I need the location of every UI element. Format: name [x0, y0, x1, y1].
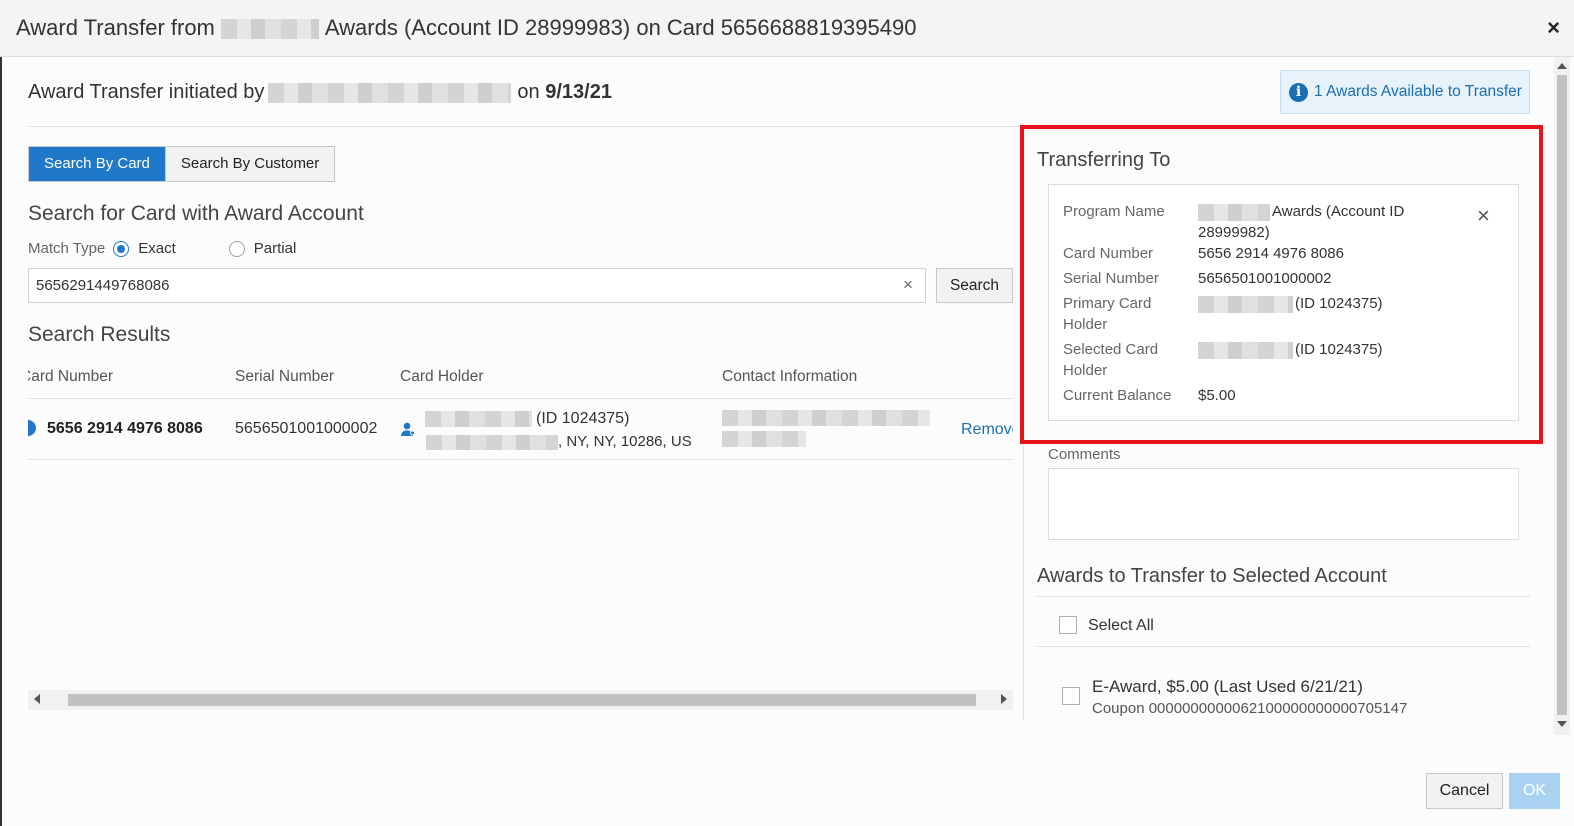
card-search-input[interactable]	[28, 268, 926, 303]
col-card-number[interactable]: Card Number	[28, 368, 113, 386]
match-exact-option[interactable]: Exact	[113, 240, 176, 257]
dialog-body: Award Transfer initiated by on 9/13/21 i …	[0, 57, 1574, 826]
row-card-number: 5656 2914 4976 8086	[47, 420, 203, 437]
clear-search-icon[interactable]: ×	[903, 275, 913, 295]
col-card-holder[interactable]: Card Holder	[400, 368, 484, 386]
tab-search-by-customer[interactable]: Search By Customer	[164, 147, 335, 181]
dialog-title: Award Transfer from Awards (Account ID 28…	[16, 15, 916, 41]
radio-partial[interactable]	[228, 240, 245, 257]
redacted-user-name	[268, 82, 512, 103]
row-serial-number: 5656501001000002	[235, 420, 378, 437]
initiated-by-line: Award Transfer initiated by on 9/13/21	[28, 81, 612, 104]
award-item-coupon: Coupon 0000000000062100000000000705147	[1092, 700, 1408, 717]
match-partial-option[interactable]: Partial	[228, 240, 297, 257]
user-icon	[401, 422, 415, 436]
row-holder-name: (ID 1024375)	[425, 410, 629, 428]
scrollbar-thumb[interactable]	[68, 694, 976, 706]
table-header-divider	[28, 398, 1013, 399]
redacted-contact-line1	[722, 410, 930, 426]
scroll-right-icon[interactable]	[1001, 694, 1007, 704]
scroll-down-icon[interactable]	[1557, 721, 1567, 727]
awards-available-badge: i 1 Awards Available to Transfer	[1280, 70, 1530, 114]
scroll-left-icon[interactable]	[34, 694, 40, 704]
scrollbar-thumb[interactable]	[1557, 75, 1567, 715]
info-icon: i	[1289, 82, 1308, 102]
cancel-button[interactable]: Cancel	[1426, 773, 1503, 809]
row-holder-id: (ID 1024375)	[536, 410, 630, 427]
search-button[interactable]: Search	[936, 268, 1013, 303]
initiated-date: 9/13/21	[545, 81, 612, 103]
dialog-titlebar: Award Transfer from Awards (Account ID 28…	[0, 0, 1574, 57]
select-all-label[interactable]: Select All	[1088, 617, 1154, 635]
match-type-group: Match Type Exact Partial	[28, 240, 296, 257]
vertical-scrollbar[interactable]	[1554, 57, 1570, 735]
divider	[1037, 596, 1530, 597]
row-selected-radio[interactable]	[28, 420, 36, 436]
award-item-checkbox[interactable]	[1062, 687, 1080, 705]
award-item-title: E-Award, $5.00 (Last Used 6/21/21)	[1092, 677, 1363, 696]
scroll-up-icon[interactable]	[1557, 63, 1567, 69]
search-heading: Search for Card with Award Account	[28, 202, 364, 225]
radio-exact-label: Exact	[138, 240, 176, 257]
remove-link[interactable]: Remove	[961, 421, 1013, 439]
radio-partial-label: Partial	[253, 240, 297, 257]
select-all-checkbox[interactable]	[1059, 616, 1077, 634]
redacted-holder-name	[425, 410, 532, 427]
ok-button[interactable]: OK	[1509, 773, 1560, 809]
initiated-on: on	[517, 81, 540, 103]
close-dialog-button[interactable]: ×	[1547, 15, 1560, 41]
awards-heading: Awards to Transfer to Selected Account	[1037, 565, 1387, 587]
redacted-address	[426, 434, 558, 450]
horizontal-scrollbar[interactable]	[28, 690, 1013, 710]
title-suffix: Awards (Account ID 28999983) on Card 565…	[324, 15, 917, 40]
title-prefix: Award Transfer from	[16, 15, 215, 40]
comments-label: Comments	[1048, 446, 1121, 463]
search-mode-toggle: Search By Card Search By Customer	[28, 146, 336, 182]
search-results-heading: Search Results	[28, 323, 171, 346]
match-type-label: Match Type	[28, 240, 106, 257]
search-results-table: Card Number Serial Number Card Holder Co…	[28, 357, 1013, 461]
highlight-box	[1020, 125, 1543, 444]
comments-textarea[interactable]	[1048, 468, 1519, 540]
initiated-prefix: Award Transfer initiated by	[28, 81, 265, 103]
col-serial-number[interactable]: Serial Number	[235, 368, 334, 386]
tab-search-by-card[interactable]: Search By Card	[29, 147, 165, 181]
table-row-divider	[28, 459, 1013, 460]
col-contact-information[interactable]: Contact Information	[722, 368, 857, 386]
redacted-program-name	[220, 19, 319, 40]
divider	[28, 126, 1020, 127]
divider	[1037, 646, 1530, 647]
radio-exact[interactable]	[113, 240, 130, 257]
row-holder-address: , NY, NY, 10286, US	[426, 433, 692, 450]
redacted-contact-line2	[722, 431, 806, 447]
awards-available-text: 1 Awards Available to Transfer	[1314, 83, 1522, 100]
row-holder-address-text: , NY, NY, 10286, US	[558, 433, 692, 450]
